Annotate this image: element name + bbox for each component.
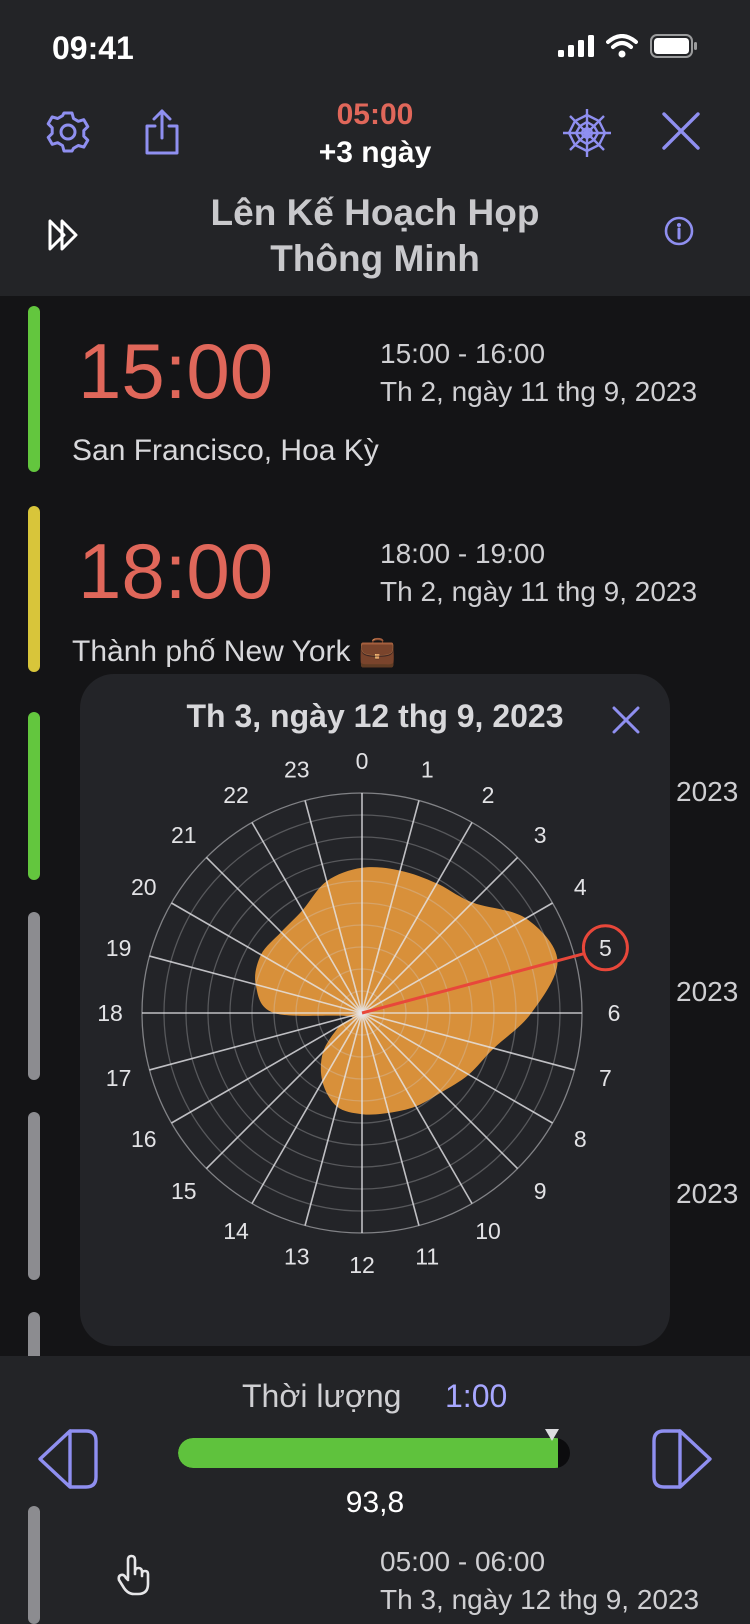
entry-location: San Francisco, Hoa Kỳ — [72, 434, 379, 467]
hour-label[interactable]: 0 — [356, 748, 369, 774]
previous-button[interactable] — [34, 1424, 104, 1494]
entry-big-time: 18:00 — [78, 527, 274, 615]
page-title: Lên Kế Hoạch Họp Thông Minh — [150, 190, 600, 282]
footer: Thời lượng 1:00 93,8 05:00 - 06:00 Th 3,… — [0, 1356, 750, 1624]
time-indicator-bar — [28, 306, 40, 472]
hidden-entry-year: 2023 — [676, 976, 739, 1007]
time-indicator-bar — [28, 1112, 40, 1280]
list-item[interactable]: 18:00 18:00 - 19:00 Th 2, ngày 11 thg 9,… — [0, 506, 750, 686]
day-offset: +3 ngày — [318, 136, 432, 169]
hour-label[interactable]: 17 — [106, 1065, 132, 1091]
entry-time-range: 18:00 - 19:00 — [380, 538, 546, 569]
hour-label[interactable]: 22 — [223, 782, 249, 808]
hour-label[interactable]: 6 — [608, 1000, 621, 1026]
hour-label[interactable]: 19 — [106, 935, 132, 961]
hour-label[interactable]: 3 — [534, 822, 547, 848]
next-button[interactable] — [646, 1424, 716, 1494]
day-chart-popup: Th 3, ngày 12 thg 9, 2023 0 1 2 3 4 5 6 7 8 9 10 11… — [80, 674, 670, 1346]
hour-label[interactable]: 11 — [415, 1243, 439, 1269]
radar-chart[interactable]: 0 1234567891011121314151617181920212223 — [80, 674, 670, 1346]
hour-label[interactable]: 8 — [574, 1126, 587, 1152]
entry-time-range: 05:00 - 06:00 — [380, 1546, 546, 1577]
hour-label[interactable]: 5 — [599, 935, 612, 961]
duration-value[interactable]: 1:00 — [445, 1378, 507, 1415]
entry-date: Th 2, ngày 11 thg 9, 2023 — [380, 376, 698, 407]
page-title-line2: Thông Minh — [270, 238, 480, 279]
list-item[interactable]: 15:00 15:00 - 16:00 Th 2, ngày 11 thg 9,… — [0, 306, 750, 486]
battery-icon — [650, 34, 697, 58]
spider-web-icon — [563, 109, 611, 157]
score-progress-fill — [178, 1438, 559, 1468]
status-time: 09:41 — [52, 30, 134, 66]
score-value: 93,8 — [345, 1486, 405, 1519]
hidden-entry-year: 2023 — [676, 776, 739, 807]
hour-label[interactable]: 15 — [171, 1178, 197, 1204]
web-view-button[interactable] — [560, 106, 614, 160]
hour-label[interactable]: 10 — [475, 1218, 501, 1244]
header: 05:00 +3 ngày Lên Kế Hoạch Họp Thông Min… — [0, 90, 750, 296]
current-time: 05:00 — [336, 98, 414, 131]
hour-label[interactable]: 21 — [171, 822, 197, 848]
hour-label[interactable]: 18 — [97, 1000, 123, 1026]
rewind-icon — [38, 1429, 98, 1489]
fast-forward-icon — [652, 1429, 712, 1489]
page-title-line1: Lên Kế Hoạch Họp — [210, 192, 540, 233]
hour-label[interactable]: 20 — [131, 874, 157, 900]
fast-forward-icon — [48, 219, 78, 251]
score-progress-bar[interactable] — [178, 1438, 570, 1468]
info-icon — [664, 216, 694, 246]
hour-label[interactable]: 7 — [599, 1065, 612, 1091]
hidden-entry-year: 2023 — [676, 1178, 739, 1209]
status-bar: 09:41 — [0, 0, 750, 90]
entry-big-time: 15:00 — [78, 327, 274, 415]
time-indicator-bar — [28, 912, 40, 1080]
time-indicator-bar — [28, 1506, 40, 1624]
hour-label[interactable]: 2 — [482, 782, 495, 808]
hour-label[interactable]: 14 — [223, 1218, 249, 1244]
status-icons — [558, 34, 698, 58]
wifi-icon — [606, 34, 638, 58]
entry-location: Thành phố New York 💼 — [72, 635, 397, 668]
progress-marker-icon — [545, 1429, 559, 1441]
hour-label[interactable]: 1 — [421, 757, 434, 783]
time-indicator-bar — [28, 712, 40, 880]
cellular-signal-icon — [558, 35, 594, 57]
entry-date: Th 3, ngày 12 thg 9, 2023 — [380, 1584, 700, 1615]
entry-time-range: 15:00 - 16:00 — [380, 338, 546, 369]
entry-date: Th 2, ngày 11 thg 9, 2023 — [380, 576, 698, 607]
hour-label[interactable]: 4 — [574, 874, 587, 900]
time-indicator-bar — [28, 506, 40, 672]
hour-label[interactable]: 9 — [534, 1178, 547, 1204]
hour-label[interactable]: 13 — [284, 1243, 310, 1269]
close-button[interactable] — [658, 108, 704, 154]
hour-label[interactable]: 23 — [284, 757, 310, 783]
info-button[interactable] — [662, 214, 696, 248]
hour-label[interactable]: 12 — [349, 1252, 375, 1278]
fast-forward-button[interactable] — [46, 214, 88, 256]
duration-label: Thời lượng — [242, 1378, 402, 1414]
close-icon — [662, 112, 700, 150]
hour-label[interactable]: 16 — [131, 1126, 157, 1152]
hand-pointer-icon — [117, 1554, 150, 1596]
